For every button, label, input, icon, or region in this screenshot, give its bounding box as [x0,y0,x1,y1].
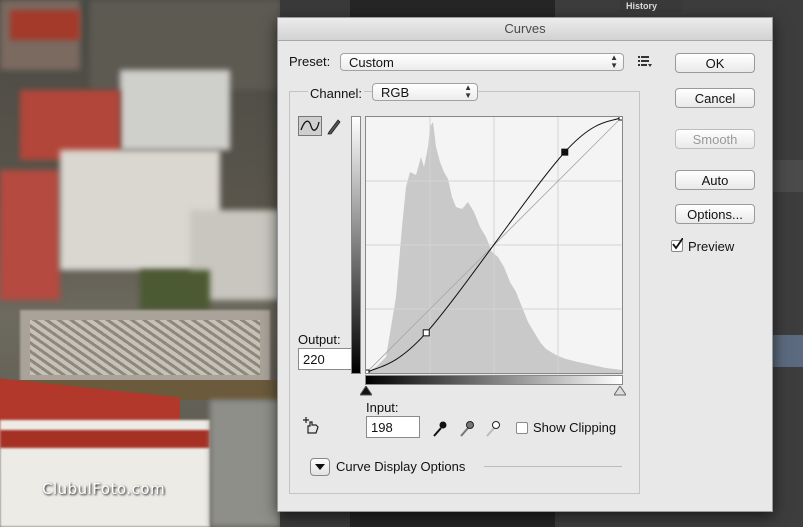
output-label: Output: [298,332,341,347]
channel-value: RGB [381,85,410,100]
pencil-icon[interactable] [326,117,342,135]
output-field[interactable]: 220 [298,348,352,370]
select-arrows-icon: ▲ ▼ [464,83,472,100]
smooth-button[interactable]: Smooth [675,129,755,149]
ok-button[interactable]: OK [675,53,755,73]
show-clipping-label: Show Clipping [533,420,617,435]
triangle-down-icon[interactable] [310,458,330,476]
curves-graph[interactable] [362,113,626,377]
separator-line [484,466,622,467]
panel-strip [771,160,803,192]
curve-control-point[interactable] [422,329,430,337]
curves-graph-canvas[interactable] [362,113,626,377]
preset-select[interactable]: Custom ▲ ▼ [340,53,624,71]
select-arrows-icon: ▲ ▼ [610,53,618,70]
white-eyedropper-icon[interactable] [485,419,501,440]
black-point-slider[interactable] [359,384,373,399]
cancel-button[interactable]: Cancel [675,88,755,108]
input-field[interactable]: 198 [366,416,420,438]
curve-control-point[interactable] [561,148,569,156]
preview-checkbox[interactable] [671,238,683,252]
black-eyedropper-icon[interactable] [432,419,448,440]
gray-eyedropper-icon[interactable] [459,419,475,440]
auto-button[interactable]: Auto [675,170,755,190]
hand-adjust-icon[interactable] [301,417,321,435]
dialog-title: Curves [278,18,772,41]
panel-strip-row [771,335,803,367]
list-menu-icon[interactable] [638,55,652,67]
input-label: Input: [366,400,399,415]
curve-control-point[interactable] [618,113,626,121]
preview-label: Preview [688,239,735,254]
input-gradient-bar [365,375,623,385]
show-clipping-checkbox[interactable] [516,422,528,434]
curve-control-point[interactable] [362,369,370,377]
channel-label: Channel: [308,86,365,101]
history-panel-tab[interactable]: History [620,0,682,12]
output-gradient-bar [351,116,361,374]
preset-label: Preset: [289,54,331,69]
channel-select[interactable]: RGB ▲ ▼ [372,83,478,101]
background-photo [0,0,280,527]
preset-value: Custom [349,55,394,70]
options-button[interactable]: Options... [675,204,755,224]
curves-dialog: Curves Preset: Custom ▲ ▼ Channel: RGB ▲ ▼ [277,17,773,512]
curve-icon[interactable] [298,116,322,136]
curve-display-options-label: Curve Display Options [336,459,466,474]
white-point-slider[interactable] [613,384,627,399]
watermark-text: ClubulFoto.com [42,480,166,498]
